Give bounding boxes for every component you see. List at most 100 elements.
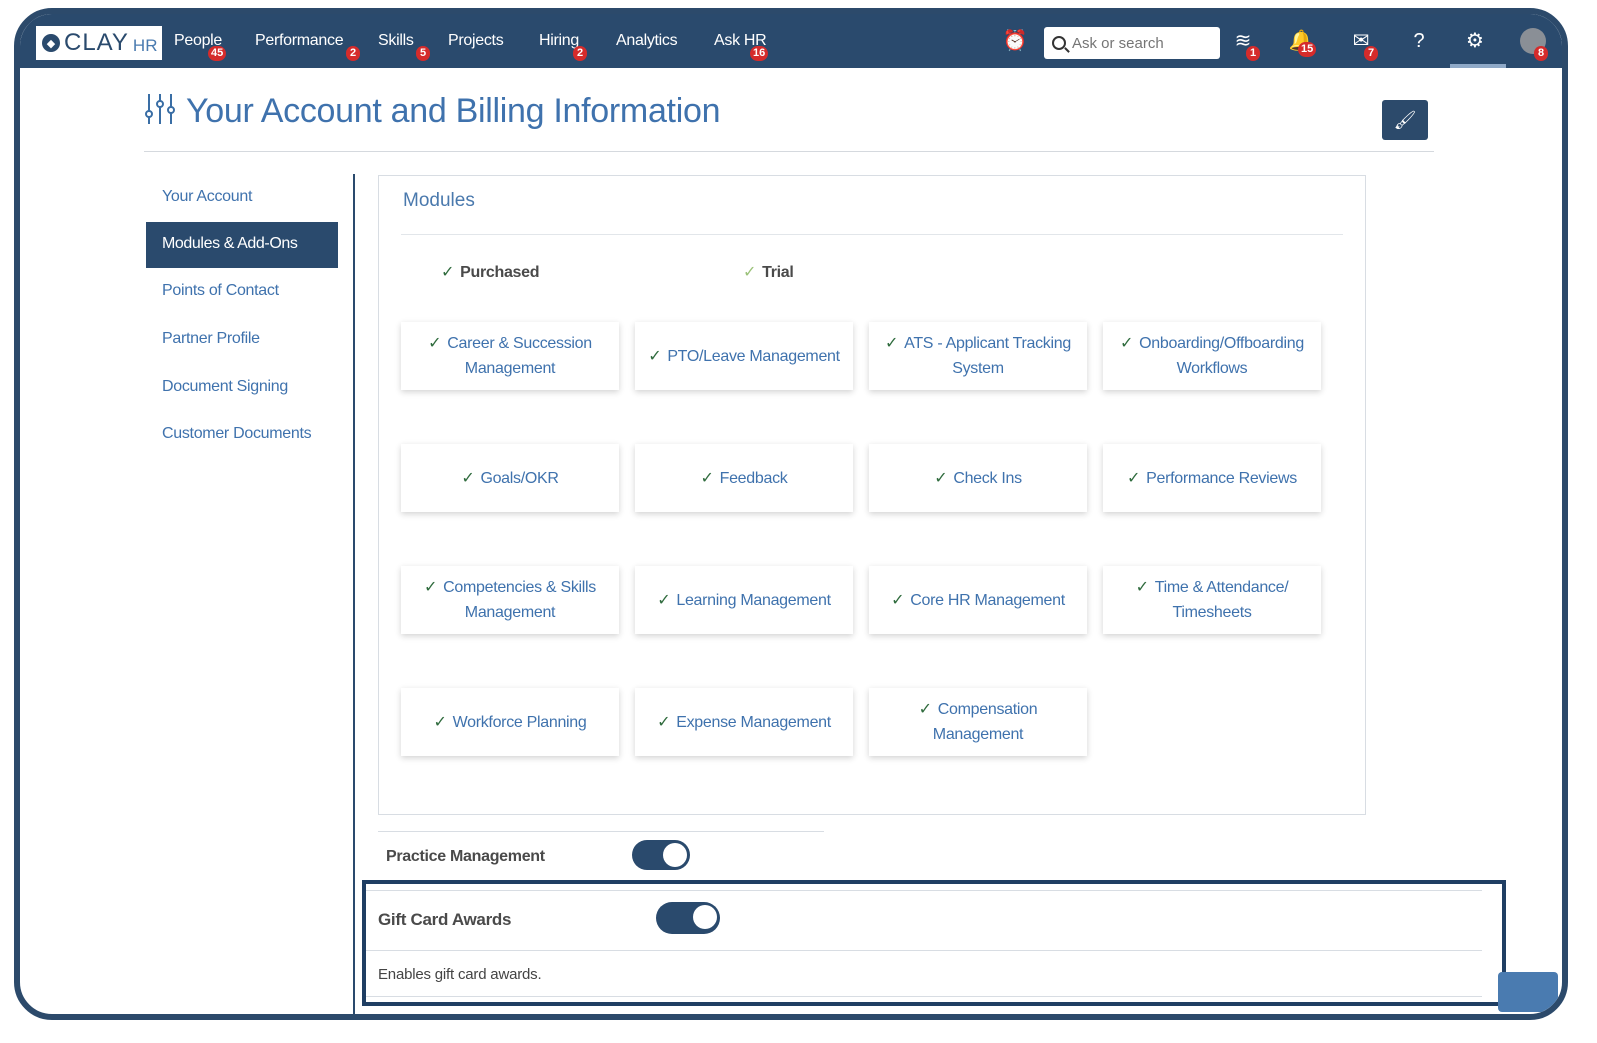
logo-suffix: HR [132, 35, 158, 55]
legend-purchased-label: Purchased [460, 264, 540, 281]
sidebar-item-points-of-contact[interactable]: Points of Contact [162, 282, 279, 300]
module-label: Onboarding/Offboarding Workflows [1139, 335, 1304, 377]
search-box[interactable] [1044, 27, 1220, 59]
module-label: Compensation Management [932, 701, 1038, 743]
gift-card-awards-label: Gift Card Awards [378, 910, 512, 929]
check-icon: ✓ [461, 469, 475, 487]
bell-badge: 15 [1298, 42, 1317, 57]
top-nav: ◆ CLAY HR People 45 Performance 2 Skills… [20, 14, 1562, 68]
module-card[interactable]: ✓ Expense Management [635, 688, 853, 756]
module-label: Learning Management [676, 591, 831, 609]
check-icon: ✓ [934, 469, 948, 487]
gift-divider-bottom [366, 996, 1482, 997]
sidebar-item-document-signing[interactable]: Document Signing [162, 378, 288, 396]
nav-skills-badge: 5 [416, 46, 430, 61]
gift-card-awards-toggle[interactable] [656, 902, 720, 934]
clayhr-logo[interactable]: ◆ CLAY HR [36, 26, 162, 60]
gift-divider-top [366, 890, 1482, 891]
module-label: ATS - Applicant Tracking System [904, 335, 1071, 377]
legend-trial: ✓ Trial [743, 262, 794, 282]
module-label: Feedback [719, 469, 788, 487]
module-label: Competencies & Skills Management [443, 579, 596, 621]
nav-performance-badge: 2 [346, 46, 360, 61]
module-label: Core HR Management [910, 591, 1065, 609]
module-card[interactable]: ✓ Onboarding/Offboarding Workflows [1103, 322, 1321, 390]
layers-badge: 1 [1246, 46, 1260, 61]
module-card[interactable]: ✓ PTO/Leave Management [635, 322, 853, 390]
nav-analytics[interactable]: Analytics [616, 32, 678, 50]
modules-panel: Modules ✓ Purchased ✓ Trial ✓ Career & Succ… [378, 175, 1366, 815]
alarm-icon[interactable]: ⏰ [1002, 28, 1028, 54]
header-divider [144, 151, 1434, 152]
trial-check-icon: ✓ [743, 264, 757, 281]
module-card[interactable]: ✓ Performance Reviews [1103, 444, 1321, 512]
sliders-icon [144, 92, 176, 126]
search-input[interactable] [1072, 34, 1212, 52]
gear-icon[interactable]: ⚙ [1462, 28, 1488, 54]
module-label: Workforce Planning [452, 713, 587, 731]
module-card[interactable]: ✓ Core HR Management [869, 566, 1087, 634]
gift-card-awards-description: Enables gift card awards. [378, 966, 542, 983]
avatar-badge: 8 [1534, 46, 1548, 61]
module-card[interactable]: ✓ Career & Succession Management [401, 322, 619, 390]
legend-purchased: ✓ Purchased [441, 262, 540, 282]
check-icon: ✓ [657, 713, 671, 731]
sidebar-divider [353, 174, 355, 1014]
module-card[interactable]: ✓ Compensation Management [869, 688, 1087, 756]
page-title: Your Account and Billing Information [186, 92, 721, 130]
module-label: Expense Management [676, 713, 831, 731]
nav-performance[interactable]: Performance [255, 32, 344, 50]
modules-title: Modules [403, 190, 475, 211]
nav-hiring-badge: 2 [573, 46, 587, 61]
check-icon: ✓ [1127, 469, 1141, 487]
module-card[interactable]: ✓ Workforce Planning [401, 688, 619, 756]
purchased-check-icon: ✓ [441, 264, 455, 281]
nav-people-badge: 45 [208, 46, 227, 61]
module-card[interactable]: ✓ ATS - Applicant Tracking System [869, 322, 1087, 390]
nav-ask-hr-badge: 16 [750, 46, 769, 61]
check-icon: ✓ [700, 469, 714, 487]
check-icon: ✓ [657, 591, 671, 609]
check-icon: ✓ [433, 713, 447, 731]
module-card[interactable]: ✓ Check Ins [869, 444, 1087, 512]
check-icon: ✓ [918, 701, 932, 718]
module-label: Time & Attendance/ Timesheets [1154, 579, 1289, 621]
check-icon: ✓ [891, 591, 905, 609]
help-icon[interactable]: ? [1406, 28, 1432, 54]
brush-icon: 🖌 [1393, 109, 1417, 130]
check-icon: ✓ [1120, 335, 1134, 352]
practice-management-label: Practice Management [386, 848, 545, 865]
nav-skills[interactable]: Skills [378, 32, 414, 50]
module-label: Goals/OKR [480, 469, 559, 487]
check-icon: ✓ [648, 347, 662, 365]
module-card[interactable]: ✓ Learning Management [635, 566, 853, 634]
sidebar-item-your-account[interactable]: Your Account [162, 188, 252, 206]
check-icon: ✓ [424, 579, 438, 596]
module-card[interactable]: ✓ Feedback [635, 444, 853, 512]
module-label: Check Ins [953, 469, 1022, 487]
module-label: Performance Reviews [1146, 469, 1297, 487]
module-label: Career & Succession Management [447, 335, 592, 377]
nav-hiring[interactable]: Hiring [539, 32, 579, 50]
modules-divider [401, 234, 1343, 235]
addon-divider [378, 831, 824, 832]
module-card[interactable]: ✓ Competencies & Skills Management [401, 566, 619, 634]
nav-projects[interactable]: Projects [448, 32, 504, 50]
legend-trial-label: Trial [762, 264, 794, 281]
practice-management-toggle[interactable] [632, 840, 690, 870]
check-icon: ✓ [428, 335, 442, 352]
corner-action-tab[interactable] [1498, 972, 1558, 1012]
sidebar-item-customer-documents[interactable]: Customer Documents [162, 425, 312, 443]
sidebar-item-modules-addons[interactable]: Modules & Add-Ons [146, 222, 338, 268]
active-tab-indicator [1450, 64, 1506, 68]
module-card[interactable]: ✓ Goals/OKR [401, 444, 619, 512]
gift-card-awards-section: Gift Card Awards Enables gift card award… [362, 880, 1506, 1006]
mail-badge: 7 [1364, 46, 1378, 61]
edit-button[interactable]: 🖌 [1382, 100, 1428, 140]
module-label: PTO/Leave Management [667, 347, 840, 365]
search-icon [1052, 36, 1066, 50]
check-icon: ✓ [885, 335, 899, 352]
check-icon: ✓ [1135, 579, 1149, 596]
module-card[interactable]: ✓ Time & Attendance/ Timesheets [1103, 566, 1321, 634]
sidebar-item-partner-profile[interactable]: Partner Profile [162, 330, 260, 348]
